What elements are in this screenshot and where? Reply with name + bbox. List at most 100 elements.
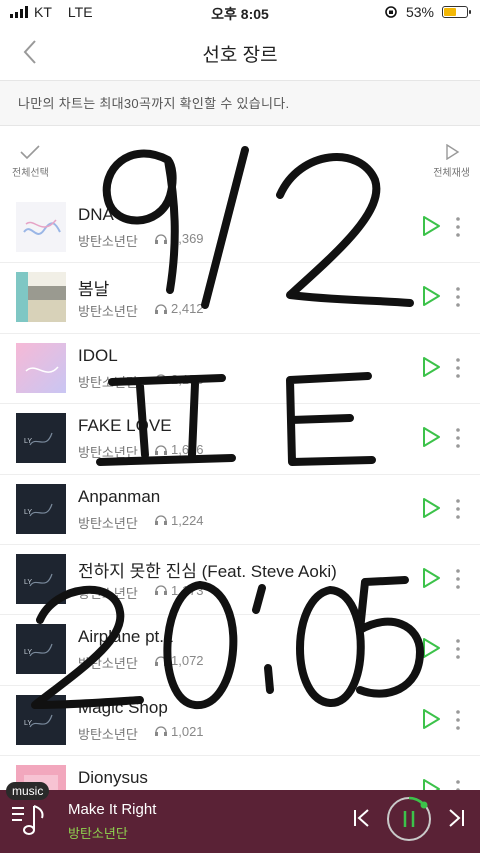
play-all-button[interactable]: 전체재생 (433, 144, 470, 179)
album-cover (16, 202, 66, 252)
play-icon[interactable] (420, 497, 442, 519)
battery-icon (442, 6, 471, 18)
music-tag: music (6, 782, 50, 800)
play-count: 1,021 (154, 724, 204, 739)
play-icon[interactable] (420, 567, 442, 589)
now-playing-artist: 방탄소년단 (68, 826, 128, 841)
headphone-icon (155, 585, 167, 596)
song-title: FAKE LOVE (78, 416, 172, 436)
notice-bar: 나만의 차트는 최대30곡까지 확인할 수 있습니다. (0, 81, 480, 126)
play-outline-icon (445, 144, 459, 160)
select-all-label: 전체선택 (12, 168, 49, 179)
pause-button[interactable] (385, 795, 433, 843)
now-playing-title: Make It Right (68, 801, 157, 818)
play-count: 2,412 (154, 301, 204, 316)
play-count: 1,072 (154, 653, 204, 668)
play-count-value: 1,021 (171, 723, 204, 739)
more-options-icon[interactable] (452, 567, 464, 591)
list-actions: 전체선택 전체재생 (0, 126, 480, 188)
next-icon[interactable] (446, 808, 466, 828)
play-count-value: 1,173 (171, 582, 204, 598)
headphone-icon (155, 445, 167, 455)
headphone-icon (155, 304, 167, 314)
song-title: Dionysus (78, 768, 148, 788)
play-icon[interactable] (420, 708, 442, 730)
svg-text:LY: LY (24, 649, 32, 656)
play-count-value: 1,696 (171, 442, 204, 458)
song-row[interactable]: LY Magic Shop 방탄소년단 1,021 (0, 686, 480, 757)
play-icon[interactable] (420, 215, 442, 237)
song-row[interactable]: LY 전하지 못한 진심 (Feat. Steve Aoki) 방탄소년단 1,173 (0, 545, 480, 616)
play-count: 4,369 (154, 231, 204, 246)
song-title: DNA (78, 205, 114, 224)
song-title: Anpanman (78, 486, 161, 506)
status-right: 53% (384, 4, 471, 20)
mini-player[interactable]: music Make It Right 방탄소년단 (0, 782, 480, 853)
song-row[interactable]: DNA 방탄소년단 4,369 (0, 193, 480, 264)
song-row[interactable]: LY FAKE LOVE 방탄소년단 1,696 (0, 404, 480, 475)
battery-percent: 53% (405, 4, 434, 20)
song-title: 전하지 못한 진심 (Feat. Steve Aoki) (78, 561, 337, 581)
play-icon[interactable] (420, 285, 442, 307)
notice-text: 나만의 차트는 최대30곡까지 확인할 수 있습니다. (18, 96, 290, 111)
album-cover: LY (16, 413, 66, 464)
play-count-value: 2,412 (171, 301, 204, 317)
song-list: DNA 방탄소년단 4,369 봄날 방탄소년단 2,412 IDOL 방탄소년단 2,158 L… (0, 193, 480, 827)
svg-text:LY: LY (24, 720, 32, 727)
song-row[interactable]: IDOL 방탄소년단 2,158 (0, 334, 480, 405)
song-artist: 방탄소년단 (78, 656, 138, 672)
song-artist: 방탄소년단 (78, 304, 138, 320)
song-row[interactable]: LY Airplane pt.2 방탄소년단 1,072 (0, 615, 480, 686)
svg-text:LY: LY (24, 579, 32, 586)
more-options-icon[interactable] (452, 708, 464, 732)
select-all-button[interactable]: 전체선택 (12, 144, 49, 179)
play-count-value: 4,369 (171, 231, 204, 246)
play-all-label: 전체재생 (433, 168, 470, 179)
play-icon[interactable] (420, 356, 442, 378)
song-artist: 방탄소년단 (78, 374, 138, 390)
svg-text:LY: LY (24, 438, 32, 445)
headphone-icon (155, 656, 167, 666)
page-title: 선호 장르 (202, 45, 278, 66)
album-cover: LY (16, 624, 66, 675)
song-artist: 방탄소년단 (78, 515, 138, 531)
play-count-value: 1,072 (171, 653, 204, 669)
more-options-icon[interactable] (452, 637, 464, 661)
more-options-icon[interactable] (452, 285, 464, 309)
play-count-value: 2,158 (171, 371, 204, 387)
more-options-icon[interactable] (452, 215, 464, 239)
album-cover: LY (16, 553, 66, 604)
play-count: 1,224 (154, 513, 204, 528)
song-title: Airplane pt.2 (78, 627, 174, 647)
song-artist: 방탄소년단 (78, 445, 138, 461)
headphone-icon (155, 726, 167, 737)
song-title: Magic Shop (78, 697, 168, 717)
play-count: 1,173 (154, 583, 204, 598)
album-cover: LY (16, 483, 66, 534)
play-count-value: 1,224 (171, 512, 204, 528)
previous-icon[interactable] (352, 808, 372, 828)
song-row[interactable]: LY Anpanman 방탄소년단 1,224 (0, 475, 480, 545)
play-icon[interactable] (420, 426, 442, 448)
song-artist: 방탄소년단 (78, 585, 138, 601)
song-artist: 방탄소년단 (78, 726, 138, 742)
album-cover: LY (16, 694, 66, 745)
orientation-lock-icon (385, 6, 397, 18)
headphone-icon (155, 233, 167, 244)
more-options-icon[interactable] (452, 356, 464, 380)
svg-text:LY: LY (24, 509, 32, 516)
song-title: 봄날 (78, 280, 110, 300)
play-count: 1,696 (154, 442, 204, 457)
nav-bar: 선호 장르 (0, 24, 480, 81)
status-bar: KT LTE 오후 8:05 53% (0, 0, 480, 24)
play-icon[interactable] (420, 637, 442, 659)
play-count: 2,158 (154, 372, 204, 387)
more-options-icon[interactable] (452, 497, 464, 521)
playlist-music-icon[interactable] (12, 802, 48, 838)
more-options-icon[interactable] (452, 426, 464, 450)
check-icon (20, 145, 40, 160)
song-title: IDOL (78, 345, 118, 365)
headphone-icon (155, 515, 167, 526)
album-cover (16, 342, 66, 393)
song-row[interactable]: 봄날방탄소년단 2,412 (0, 263, 480, 334)
